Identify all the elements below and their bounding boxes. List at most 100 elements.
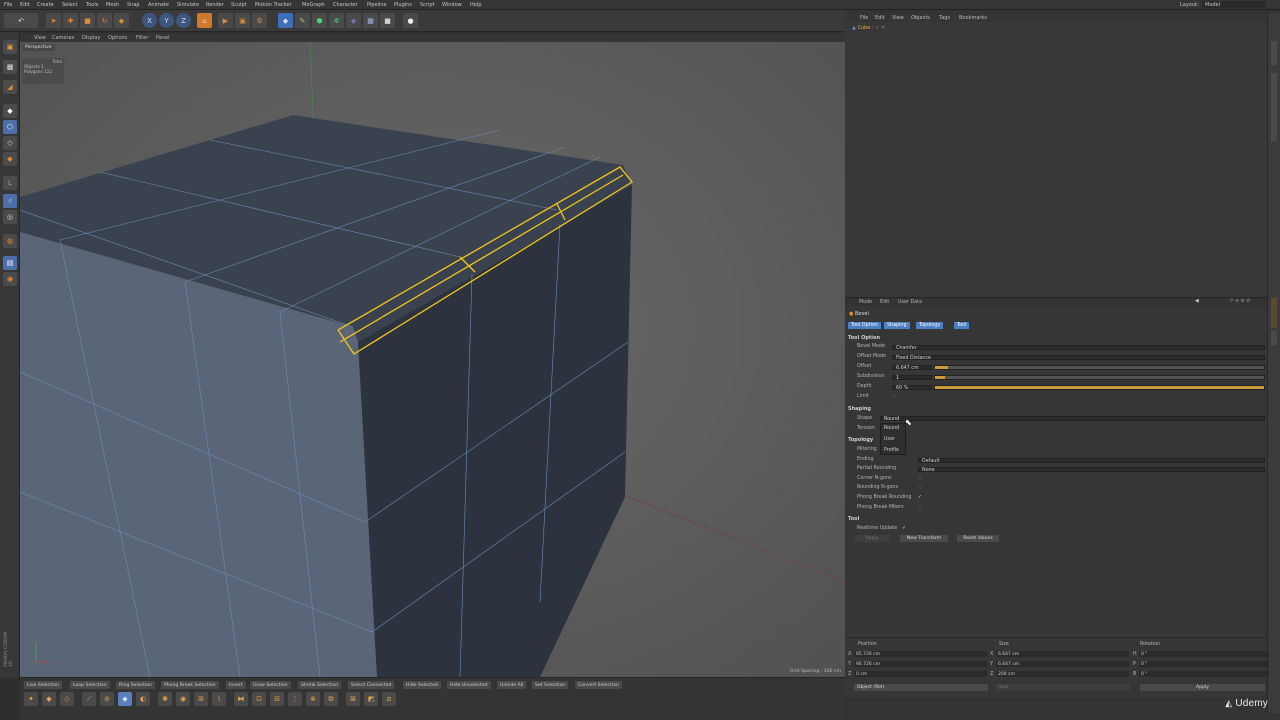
back-arrow-icon[interactable]: ◀: [1195, 299, 1199, 304]
deformer-icon[interactable]: ◈: [346, 13, 361, 28]
rotation-p-field[interactable]: 0 °: [1139, 661, 1269, 667]
phong-break-selection-button[interactable]: Phong Break Selection: [161, 681, 219, 689]
scale-tool-icon[interactable]: ■: [80, 13, 95, 28]
y-axis-button[interactable]: Y: [159, 13, 174, 28]
shape-option-user[interactable]: User: [884, 437, 895, 442]
texture-mode-icon[interactable]: ▩: [3, 60, 17, 74]
axis-mode-icon[interactable]: L: [3, 176, 17, 190]
apply-button[interactable]: Apply: [854, 535, 890, 542]
optimize-icon[interactable]: ⊞: [194, 692, 208, 706]
depth-slider[interactable]: [934, 385, 1265, 390]
shrink-selection-button[interactable]: Shrink Selection: [298, 681, 342, 689]
attributes-tab[interactable]: [1271, 298, 1277, 328]
om-menu-file[interactable]: File: [860, 15, 868, 21]
partial-rounding-select[interactable]: None: [918, 467, 1265, 473]
offset-slider[interactable]: [934, 365, 1265, 370]
menu-script[interactable]: Script: [420, 2, 435, 8]
limit-checkbox[interactable]: ○: [892, 394, 896, 399]
subdivision-slider[interactable]: [934, 375, 1265, 380]
bridge-icon[interactable]: ◐: [136, 692, 150, 706]
render-picture-viewer-icon[interactable]: ▣: [235, 13, 250, 28]
rotate-tool-icon[interactable]: ↻: [97, 13, 112, 28]
light-icon[interactable]: ●: [403, 13, 418, 28]
tab-shaping[interactable]: Shaping: [884, 322, 910, 329]
om-menu-bookmarks[interactable]: Bookmarks: [959, 15, 987, 21]
layers-tab[interactable]: [1271, 331, 1277, 345]
rotation-b-field[interactable]: 0 °: [1139, 671, 1269, 677]
attr-menu-edit[interactable]: Edit: [880, 300, 889, 305]
convert-selection-button[interactable]: Convert Selection: [575, 681, 622, 689]
menu-tools[interactable]: Tools: [86, 2, 98, 8]
size-z-field[interactable]: 200 cm: [996, 671, 1129, 677]
om-menu-edit[interactable]: Edit: [875, 15, 885, 21]
menu-create[interactable]: Create: [37, 2, 54, 8]
menu-render[interactable]: Render: [206, 2, 224, 8]
tweak-icon[interactable]: ☝: [3, 194, 17, 208]
side-tabs-strip[interactable]: [1267, 13, 1280, 713]
extrude-icon[interactable]: ◆: [42, 692, 56, 706]
structure-tab[interactable]: [1271, 113, 1277, 141]
tab-topology[interactable]: Topology: [916, 322, 944, 329]
subdivision-icon[interactable]: ⬢: [312, 13, 327, 28]
snap-icon[interactable]: ◎: [3, 210, 17, 224]
x-axis-button[interactable]: X: [142, 13, 157, 28]
3d-viewport[interactable]: Perspective Total Objects 1 Polygons 122…: [20, 42, 845, 677]
move-tool-icon[interactable]: ✚: [63, 13, 78, 28]
realtime-update-checkbox[interactable]: ✓: [902, 526, 906, 531]
offset-mode-select[interactable]: Fixed Distance: [892, 355, 1265, 361]
cube-object-icon[interactable]: ◆: [278, 13, 293, 28]
weld-icon[interactable]: ✺: [158, 692, 172, 706]
ending-select[interactable]: Default: [918, 458, 1265, 464]
viewport-menu-display[interactable]: Display: [82, 35, 100, 41]
shape-select[interactable]: Round: [880, 416, 1265, 422]
layout-select[interactable]: Model: [1202, 1, 1266, 8]
grow-selection-button[interactable]: Grow Selection: [250, 681, 291, 689]
coordinates-apply-button[interactable]: Apply: [1140, 684, 1265, 691]
menu-mograph[interactable]: MoGraph: [302, 2, 325, 8]
camera-label[interactable]: Perspective: [22, 44, 55, 51]
undo-button[interactable]: ↶: [4, 13, 38, 28]
menu-file[interactable]: File: [4, 2, 12, 8]
render-settings-icon[interactable]: ⚙: [252, 13, 267, 28]
cloner-icon[interactable]: ✲: [329, 13, 344, 28]
split-icon[interactable]: ⧄: [382, 692, 396, 706]
subdivision-field[interactable]: 1: [892, 375, 932, 381]
visibility-dots-icon[interactable]: ⁝ ✓ ✕: [872, 25, 885, 31]
om-menu-tags[interactable]: Tags: [939, 15, 950, 21]
position-x-field[interactable]: 85.726 cm: [854, 651, 987, 657]
knife-icon[interactable]: ⟋: [82, 692, 96, 706]
menu-window[interactable]: Window: [442, 2, 462, 8]
clone-icon[interactable]: ⊗: [306, 692, 320, 706]
viewport-menu-view[interactable]: View: [34, 35, 46, 41]
melt-icon[interactable]: ⊟: [270, 692, 284, 706]
slide-icon[interactable]: ⧓: [234, 692, 248, 706]
brush-icon[interactable]: ✦: [24, 692, 38, 706]
new-transform-button[interactable]: New Transform: [900, 535, 948, 542]
phong-break-rounding-checkbox[interactable]: ✓: [918, 495, 922, 500]
select-tool-icon[interactable]: ➤: [46, 13, 61, 28]
content-browser-tab[interactable]: [1271, 73, 1277, 113]
z-axis-button[interactable]: Z: [176, 13, 191, 28]
cube-object-row[interactable]: ▲ Cube ⁝ ✓ ✕: [852, 25, 885, 31]
viewport-solo-icon[interactable]: ◉: [3, 272, 17, 286]
recent-tools-icon[interactable]: ◆: [114, 13, 129, 28]
unhide-all-button[interactable]: Unhide All: [497, 681, 527, 689]
pen-spline-icon[interactable]: ✎: [295, 13, 310, 28]
rotation-h-field[interactable]: 0 °: [1139, 651, 1269, 657]
menu-select[interactable]: Select: [62, 2, 77, 8]
bevel-icon[interactable]: ◈: [118, 692, 132, 706]
loop-cut-icon[interactable]: ⊘: [100, 692, 114, 706]
shape-option-profile[interactable]: Profile: [884, 448, 899, 453]
dissolve-icon[interactable]: ⊡: [252, 692, 266, 706]
menu-help[interactable]: Help: [470, 2, 481, 8]
menu-character[interactable]: Character: [333, 2, 358, 8]
shape-dropdown-menu[interactable]: Round User Profile: [880, 423, 906, 455]
edges-mode-icon[interactable]: ◇: [3, 136, 17, 150]
corner-ngons-checkbox[interactable]: ○: [918, 476, 922, 481]
viewport-menu-filter[interactable]: Filter: [136, 35, 148, 41]
objects-tab[interactable]: [1271, 41, 1277, 65]
menu-plugins[interactable]: Plugins: [394, 2, 412, 8]
position-y-field[interactable]: 96.726 cm: [854, 661, 987, 667]
loop-selection-button[interactable]: Loop Selection: [70, 681, 110, 689]
menu-pipeline[interactable]: Pipeline: [367, 2, 387, 8]
